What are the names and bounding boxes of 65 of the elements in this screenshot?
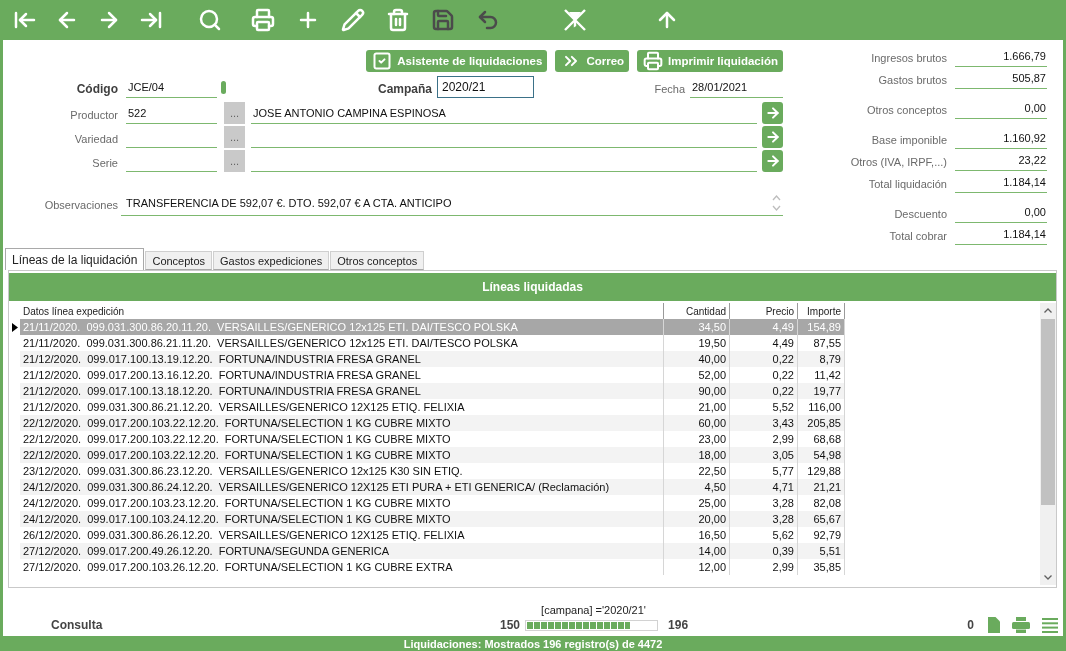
range-start: 150	[500, 618, 521, 632]
go-button[interactable]	[762, 150, 783, 172]
tab[interactable]: Otros conceptos	[330, 251, 425, 270]
mode-text: Consulta	[51, 618, 103, 632]
grid-title: Líneas liquidadas	[9, 273, 1056, 301]
total-field: 1.184,14	[955, 171, 1047, 193]
go-button[interactable]	[762, 102, 783, 124]
code-field[interactable]: JCE/04	[126, 76, 217, 98]
table-cell: 35,85	[798, 559, 845, 575]
notes-field[interactable]: TRANSFERENCIA DE 592,07 €. DTO. 592,07 € A CTA. ANTICIPO	[121, 190, 783, 216]
document-icon[interactable]	[988, 617, 1000, 633]
total-label: Total cobrar	[889, 229, 947, 242]
total-label: Base imponible	[871, 133, 947, 146]
tab[interactable]: Líneas de la liquidación	[5, 248, 145, 270]
field-label: Serie	[92, 156, 118, 169]
scrollbar-thumb[interactable]	[1041, 319, 1055, 505]
code-field[interactable]: 522	[126, 102, 217, 124]
list-icon[interactable]	[1042, 617, 1058, 633]
field-label: Campaña	[377, 81, 432, 96]
total-field: 1.184,14	[955, 223, 1047, 245]
field-label: Código	[76, 81, 118, 96]
range-end: 196	[668, 618, 689, 632]
total-label: Total liquidación	[868, 177, 947, 190]
table-row[interactable]: 24/12/2020. 099.017.100.103.24.12.20. FORTUNA/SELECTION 1 KG CUBRE MIXTO 20,00 3,28 65,67	[9, 511, 845, 527]
total-field: 0,00	[955, 97, 1047, 119]
table-row[interactable]: 22/12/2020. 099.017.200.103.22.12.20. FORTUNA/SELECTION 1 KG CUBRE MIXTO 60,00 3,43 205,85	[9, 415, 845, 431]
total-label: Descuento	[894, 207, 947, 220]
total-label: Ingresos brutos	[871, 51, 947, 64]
field-label: Fecha	[654, 82, 685, 95]
pill-icon	[221, 80, 226, 94]
total-field: 1.160,92	[955, 127, 1047, 149]
campaign-field[interactable]: 2020/21	[437, 76, 534, 98]
field-label: Observaciones	[44, 198, 118, 211]
tab[interactable]: Gastos expediciones	[213, 251, 330, 270]
row-pointer-icon	[11, 322, 18, 332]
table-row[interactable]: 22/12/2020. 099.017.200.103.22.12.20. FORTUNA/SELECTION 1 KG CUBRE MIXTO 18,00 3,05 54,98	[9, 447, 845, 463]
total-field: 1.666,79	[955, 45, 1047, 67]
name-field[interactable]: JOSE ANTONIO CAMPINA ESPINOSA	[251, 102, 757, 124]
printer-icon[interactable]	[1012, 617, 1030, 633]
total-label: Otros (IVA, IRPF,...)	[850, 155, 947, 168]
printer-icon	[643, 51, 664, 71]
total-field: 505,87	[955, 67, 1047, 89]
table-row[interactable]: 27/12/2020. 099.017.200.49.26.12.20. FORTUNA/SEGUNDA GENERICA 14,00 0,39 5,51	[9, 543, 845, 559]
total-field: 0,00	[955, 201, 1047, 223]
total-label: Gastos brutos	[878, 73, 947, 86]
tab[interactable]: Conceptos	[145, 251, 213, 270]
spin-arrows-icon[interactable]	[772, 193, 781, 212]
record-count: 0	[967, 618, 974, 632]
total-label: Otros conceptos	[866, 103, 947, 116]
go-button[interactable]	[762, 126, 783, 148]
date-field[interactable]: 28/01/2021	[690, 76, 783, 98]
field-label: Variedad	[74, 132, 118, 145]
checkbox-icon	[372, 51, 393, 71]
total-field: 23,22	[955, 149, 1047, 171]
table-cell: 12,00	[664, 559, 730, 575]
table-cell: 27/12/2020. 099.017.200.103.26.12.20. FORTUNA/SELECTION 1 KG CUBRE EXTRA	[20, 559, 664, 575]
field-label: Productor	[70, 108, 118, 121]
scroll-down-icon[interactable]	[1044, 575, 1052, 580]
table-row[interactable]: 21/12/2020. 099.017.100.13.19.12.20. FORTUNA/INDUSTRIA FRESA GRANEL 40,00 0,22 8,79	[9, 351, 845, 367]
scroll-up-icon[interactable]	[1044, 308, 1052, 313]
table-row[interactable]: 24/12/2020. 099.031.300.86.24.12.20. VERSAILLES/GENERICO 12X125 ETI PURA + ETI GENERICA/ (Reclamación) 4,50 4,71 21,21	[9, 479, 845, 495]
table-cell: 2,99	[730, 559, 798, 575]
filter-text: [campana] ='2020/21'	[541, 604, 646, 616]
scrollbar[interactable]	[1040, 303, 1056, 585]
table-row[interactable]: 21/12/2020. 099.017.100.13.18.12.20. FORTUNA/INDUSTRIA FRESA GRANEL 90,00 0,22 19,77	[9, 383, 845, 399]
